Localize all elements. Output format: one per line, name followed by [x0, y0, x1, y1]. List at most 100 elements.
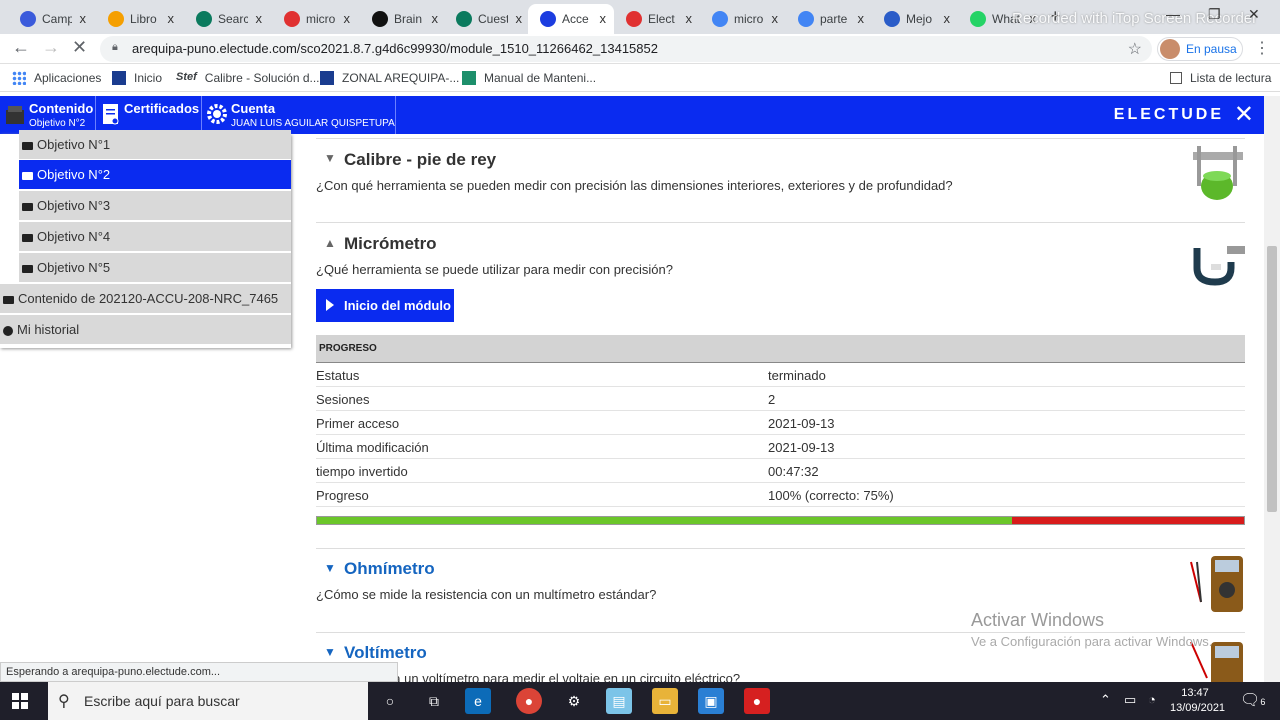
file-explorer-icon[interactable]: ▭ [652, 688, 678, 714]
progress-row: Sesiones 2 [316, 387, 1245, 411]
maximize-icon[interactable]: ❐ [1208, 6, 1221, 23]
battery-icon[interactable]: ▭ [1124, 692, 1136, 708]
bookmark-zonal[interactable]: ZONAL AREQUIPA-... [320, 71, 459, 85]
micrometer-icon [1193, 246, 1245, 286]
expand-triangle-icon[interactable]: ▲ [324, 236, 336, 250]
bookmark-manual[interactable]: Manual de Manteni... [462, 71, 596, 85]
bookmark-star-icon[interactable]: ☆ [1128, 39, 1142, 59]
taskbar-search[interactable]: ⚲ Escribe aquí para buscar [48, 682, 368, 720]
page-icon [112, 71, 126, 85]
progress-row: Progreso 100% (correcto: 75%) [316, 483, 1245, 507]
browser-tab[interactable]: micro x [272, 4, 358, 34]
browser-tab[interactable]: parte x [786, 4, 872, 34]
module-title-voltimetro[interactable]: Voltímetro [344, 643, 427, 663]
progress-row: tiempo invertido 00:47:32 [316, 459, 1245, 483]
history-icon [3, 325, 13, 336]
page-scrollbar[interactable] [1264, 96, 1280, 682]
tab-title: parte [820, 12, 848, 26]
divider [316, 222, 1245, 223]
settings-icon[interactable]: ⚙ [561, 688, 587, 714]
tab-close-icon[interactable]: x [858, 11, 865, 26]
browser-tab[interactable]: Searc x [184, 4, 270, 34]
minimize-icon[interactable]: — [1166, 6, 1180, 22]
tab-title: Camp [42, 12, 72, 26]
taskbar-clock[interactable]: 13:47 13/09/2021 [1170, 686, 1225, 716]
bookmark-inicio[interactable]: Inicio [112, 71, 162, 85]
notifications-icon[interactable]: 🗨︎6 [1240, 690, 1265, 710]
sidebar-item-objetivo-3[interactable]: Objetivo N°3 [19, 191, 291, 221]
tab-close-icon[interactable]: x [432, 11, 439, 26]
close-icon[interactable]: ✕ [1234, 100, 1254, 129]
sidebar-item-objetivo-5[interactable]: Objetivo N°5 [19, 253, 291, 283]
books-icon [6, 106, 24, 124]
notes-icon[interactable]: ▤ [606, 688, 632, 714]
windows-start-icon[interactable] [12, 693, 28, 709]
module-title-calibre[interactable]: Calibre - pie de rey [344, 150, 496, 170]
folder-icon [22, 171, 33, 180]
tab-close-icon[interactable]: x [600, 11, 607, 26]
caliper-icon [1193, 146, 1243, 200]
browser-tab[interactable]: Camp x [8, 4, 94, 34]
tab-title: Searc [218, 12, 248, 26]
tab-close-icon[interactable]: x [168, 11, 175, 26]
nav-cuenta[interactable]: Cuenta JUAN LUIS AGUILAR QUISPETUPA [202, 96, 396, 134]
tab-close-icon[interactable]: x [772, 11, 779, 26]
tab-close-icon[interactable]: x [256, 11, 263, 26]
chrome-icon[interactable]: ● [516, 688, 542, 714]
scrollbar-thumb[interactable] [1267, 246, 1277, 512]
favicon-icon [626, 11, 642, 27]
progress-row: Primer acceso 2021-09-13 [316, 411, 1245, 435]
progress-row: Estatus terminado [316, 363, 1245, 387]
browser-tab[interactable]: micro x [700, 4, 786, 34]
app-window-icon[interactable]: ▣ [698, 688, 724, 714]
cortana-icon[interactable]: ○ [377, 688, 403, 714]
sidebar-item-historial[interactable]: Mi historial [0, 315, 291, 345]
tab-close-icon[interactable]: x [344, 11, 351, 26]
favicon-icon [798, 11, 814, 27]
avatar [1160, 39, 1180, 59]
tab-title: Libro [130, 12, 157, 26]
browser-menu-icon[interactable]: ⋮ [1254, 38, 1270, 58]
module-desc-calibre: ¿Con qué herramienta se pueden medir con… [316, 178, 953, 193]
wifi-icon[interactable]: ◔ [1148, 692, 1156, 707]
sidebar-item-objetivo-4[interactable]: Objetivo N°4 [19, 222, 291, 252]
screen-recorder-icon[interactable]: ● [744, 688, 770, 714]
module-desc-micrometro: ¿Qué herramienta se puede utilizar para … [316, 262, 673, 277]
tab-close-icon[interactable]: x [80, 11, 87, 26]
sidebar-item-objetivo-1[interactable]: Objetivo N°1 [19, 130, 291, 160]
tab-close-icon[interactable]: x [944, 11, 951, 26]
collapse-triangle-icon[interactable]: ▼ [324, 151, 336, 165]
collapse-triangle-icon[interactable]: ▼ [324, 645, 336, 659]
nav-certificados[interactable]: Certificados [96, 96, 202, 134]
browser-tab[interactable]: Elect x [614, 4, 700, 34]
tray-chevron-icon[interactable]: ⌃ [1100, 692, 1111, 708]
tab-close-icon[interactable]: x [516, 11, 523, 26]
edge-icon[interactable]: e [465, 688, 491, 714]
sidebar-item-objetivo-2[interactable]: Objetivo N°2 [19, 160, 291, 190]
bookmark-calibre[interactable]: Stef Calibre - Solución d... [176, 71, 320, 85]
task-view-icon[interactable]: ⧉ [421, 688, 447, 714]
sidebar-item-contenido[interactable]: Contenido de 202120-ACCU-208-NRC_7465 [0, 284, 291, 314]
window-close-icon[interactable]: ✕ [1248, 6, 1260, 23]
browser-tab[interactable]: Acce x [528, 4, 614, 34]
folder-icon [22, 141, 33, 150]
forward-icon[interactable]: → [42, 37, 60, 58]
bookmark-apps[interactable]: Aplicaciones [12, 71, 101, 85]
nav-contenido[interactable]: Contenido Objetivo N°2 [0, 96, 96, 134]
browser-tab[interactable]: Cuest x [444, 4, 530, 34]
tab-close-icon[interactable]: x [686, 11, 693, 26]
browser-tab[interactable]: Mejo x [872, 4, 958, 34]
stop-loading-icon[interactable]: ✕ [72, 37, 87, 58]
address-bar[interactable]: 🔒︎ arequipa-puno.electude.com/sco2021.8.… [100, 36, 1152, 62]
favicon-icon [284, 11, 300, 27]
profile-button[interactable]: En pausa [1157, 37, 1243, 61]
reading-list[interactable]: Lista de lectura [1170, 71, 1271, 85]
browser-tab[interactable]: Libro x [96, 4, 182, 34]
module-title-ohmimetro[interactable]: Ohmímetro [344, 559, 435, 579]
divider [316, 548, 1245, 549]
back-icon[interactable]: ← [12, 37, 30, 58]
collapse-triangle-icon[interactable]: ▼ [324, 561, 336, 575]
module-title-micrometro[interactable]: Micrómetro [344, 234, 437, 254]
browser-tab[interactable]: Brain x [360, 4, 446, 34]
start-module-button[interactable]: Inicio del módulo [316, 289, 454, 322]
